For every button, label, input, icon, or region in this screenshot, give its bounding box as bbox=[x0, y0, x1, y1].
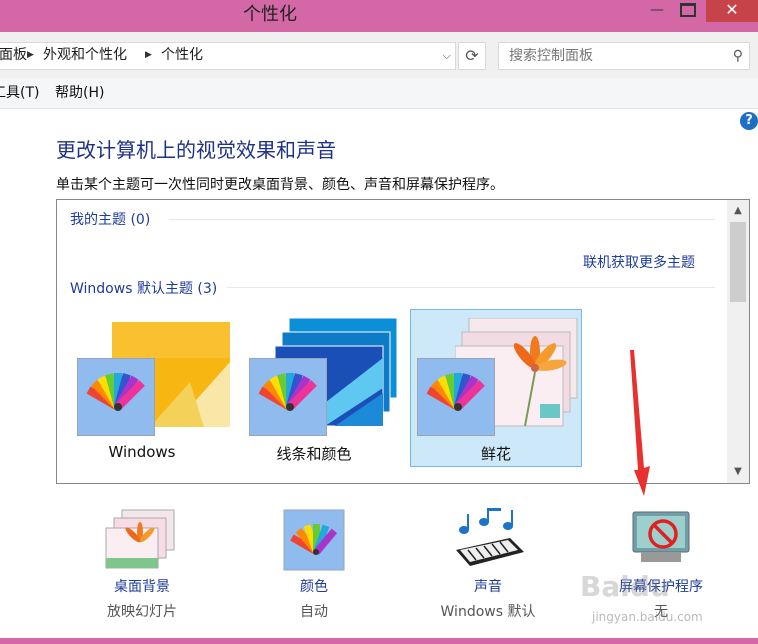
scroll-up-icon[interactable]: ▲ bbox=[727, 202, 749, 220]
color-label[interactable]: 颜色 bbox=[229, 576, 399, 596]
watermark-url: jingyan.baidu.com bbox=[592, 610, 703, 624]
my-themes-group: 我的主题 (0) bbox=[70, 212, 151, 228]
breadcrumb-separator-icon[interactable]: ▶ bbox=[27, 43, 34, 68]
sound-value: Windows 默认 bbox=[440, 604, 536, 620]
get-more-themes-link[interactable]: 联机获取更多主题 bbox=[583, 252, 695, 272]
theme-list-scrollbar[interactable]: ▲ ▼ bbox=[727, 200, 749, 483]
page-description: 单击某个主题可一次性同时更改桌面背景、颜色、声音和屏幕保护程序。 bbox=[56, 177, 504, 193]
minimize-button[interactable]: — bbox=[644, 0, 670, 22]
refresh-button[interactable]: ⟳ bbox=[458, 42, 486, 70]
address-row: 面板 ▶ 外观和个性化 ▶ 个性化 ⌵ ⟳ 搜索控制面板 ⚲ bbox=[0, 32, 758, 78]
title-bar: 个性化 — ✕ bbox=[0, 0, 758, 32]
desktop-background-icon bbox=[104, 506, 180, 569]
menu-tools[interactable]: 工具(T) bbox=[0, 78, 39, 108]
search-input[interactable]: 搜索控制面板 ⚲ bbox=[498, 42, 750, 70]
address-bar[interactable]: 面板 ▶ 外观和个性化 ▶ 个性化 ⌵ bbox=[0, 42, 456, 70]
group-divider bbox=[169, 219, 715, 220]
breadcrumb-personalization[interactable]: 个性化 bbox=[161, 43, 203, 68]
group-divider bbox=[227, 287, 715, 288]
theme-name: 鲜花 bbox=[480, 445, 511, 463]
search-icon[interactable]: ⚲ bbox=[733, 43, 743, 69]
theme-name: Windows bbox=[108, 443, 176, 461]
scroll-thumb[interactable] bbox=[730, 222, 746, 302]
breadcrumb-appearance[interactable]: 外观和个性化 bbox=[43, 43, 127, 68]
screensaver-icon bbox=[623, 506, 699, 566]
help-icon[interactable]: ? bbox=[740, 112, 758, 130]
color-swatch bbox=[249, 358, 327, 436]
theme-windows[interactable]: Windows bbox=[57, 310, 230, 466]
sound-item[interactable]: 声音 Windows 默认 bbox=[403, 500, 573, 630]
window-title: 个性化 bbox=[243, 4, 297, 25]
color-item[interactable]: 颜色 自动 bbox=[229, 500, 399, 630]
sound-icon bbox=[450, 506, 526, 566]
maximize-icon bbox=[680, 3, 696, 17]
maximize-button[interactable] bbox=[674, 0, 702, 22]
close-button[interactable]: ✕ bbox=[706, 0, 758, 22]
desktop-background-value: 放映幻灯片 bbox=[107, 604, 177, 620]
color-swatch bbox=[77, 358, 155, 436]
theme-name: 线条和颜色 bbox=[276, 445, 352, 463]
page-title: 更改计算机上的视觉效果和声音 bbox=[56, 138, 336, 162]
desktop-background-label[interactable]: 桌面背景 bbox=[57, 576, 227, 596]
color-swatch bbox=[417, 358, 495, 436]
address-dropdown-icon[interactable]: ⌵ bbox=[443, 43, 451, 68]
menu-help[interactable]: 帮助(H) bbox=[55, 78, 104, 108]
sound-label[interactable]: 声音 bbox=[403, 576, 573, 596]
desktop-background-item[interactable]: 桌面背景 放映幻灯片 bbox=[57, 500, 227, 630]
theme-flowers[interactable]: 鲜花 bbox=[410, 309, 582, 467]
annotation-arrow-icon bbox=[630, 350, 650, 496]
color-palette-icon bbox=[276, 506, 352, 571]
color-value: 自动 bbox=[300, 604, 328, 620]
default-themes-group: Windows 默认主题 (3) bbox=[70, 281, 218, 297]
breadcrumb-separator-icon[interactable]: ▶ bbox=[145, 43, 152, 68]
theme-lines-and-colors[interactable]: 线条和颜色 bbox=[229, 310, 399, 466]
scroll-down-icon[interactable]: ▼ bbox=[727, 463, 749, 481]
breadcrumb-control-panel[interactable]: 面板 bbox=[0, 43, 27, 68]
menu-bar: 工具(T) 帮助(H) bbox=[0, 78, 758, 109]
bottom-border bbox=[0, 638, 758, 644]
watermark-logo: Baidu bbox=[580, 570, 670, 603]
search-placeholder: 搜索控制面板 bbox=[509, 48, 593, 64]
